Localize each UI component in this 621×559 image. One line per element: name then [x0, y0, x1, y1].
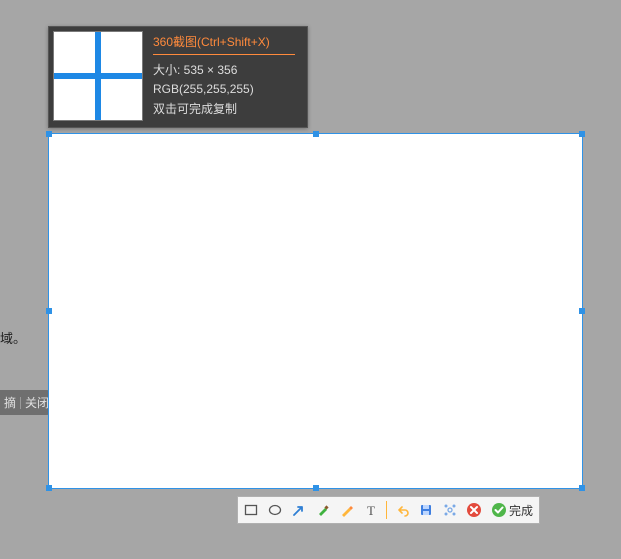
pen-tool-button[interactable]	[338, 501, 356, 519]
screenshot-toolbar: T 完成	[237, 496, 540, 524]
magnifier-preview	[53, 31, 143, 121]
background-close-label: 关闭	[25, 394, 49, 411]
resize-handle-ne[interactable]	[579, 131, 585, 137]
resize-handle-sw[interactable]	[46, 485, 52, 491]
selection-rectangle[interactable]	[48, 133, 583, 489]
background-hide-label: 摘	[4, 394, 16, 411]
info-text-block: 360截图(Ctrl+Shift+X) 大小: 535 × 356 RGB(25…	[147, 27, 307, 127]
save-button[interactable]	[417, 501, 435, 519]
cancel-button[interactable]	[465, 501, 483, 519]
pixel-rgb: RGB(255,255,255)	[153, 82, 295, 96]
resize-handle-se[interactable]	[579, 485, 585, 491]
arrow-tool-button[interactable]	[290, 501, 308, 519]
tool-title: 360截图(Ctrl+Shift+X)	[153, 33, 295, 55]
svg-text:T: T	[367, 503, 375, 517]
undo-button[interactable]	[393, 501, 411, 519]
resize-handle-e[interactable]	[579, 308, 585, 314]
selection-size: 大小: 535 × 356	[153, 61, 295, 78]
resize-handle-n[interactable]	[313, 131, 319, 137]
brush-tool-button[interactable]	[314, 501, 332, 519]
resize-handle-w[interactable]	[46, 308, 52, 314]
hint-text: 双击可完成复制	[153, 100, 295, 117]
done-label: 完成	[509, 502, 533, 519]
divider	[20, 397, 21, 409]
rectangle-tool-button[interactable]	[242, 501, 260, 519]
resize-handle-nw[interactable]	[46, 131, 52, 137]
text-tool-button[interactable]: T	[362, 501, 380, 519]
resize-handle-s[interactable]	[313, 485, 319, 491]
toolbar-separator	[386, 501, 387, 519]
background-text-fragment: 域。	[0, 328, 26, 347]
screenshot-info-tooltip: 360截图(Ctrl+Shift+X) 大小: 535 × 356 RGB(25…	[48, 26, 308, 128]
check-icon	[491, 502, 507, 518]
done-button[interactable]: 完成	[489, 502, 535, 519]
ellipse-tool-button[interactable]	[266, 501, 284, 519]
share-button[interactable]	[441, 501, 459, 519]
